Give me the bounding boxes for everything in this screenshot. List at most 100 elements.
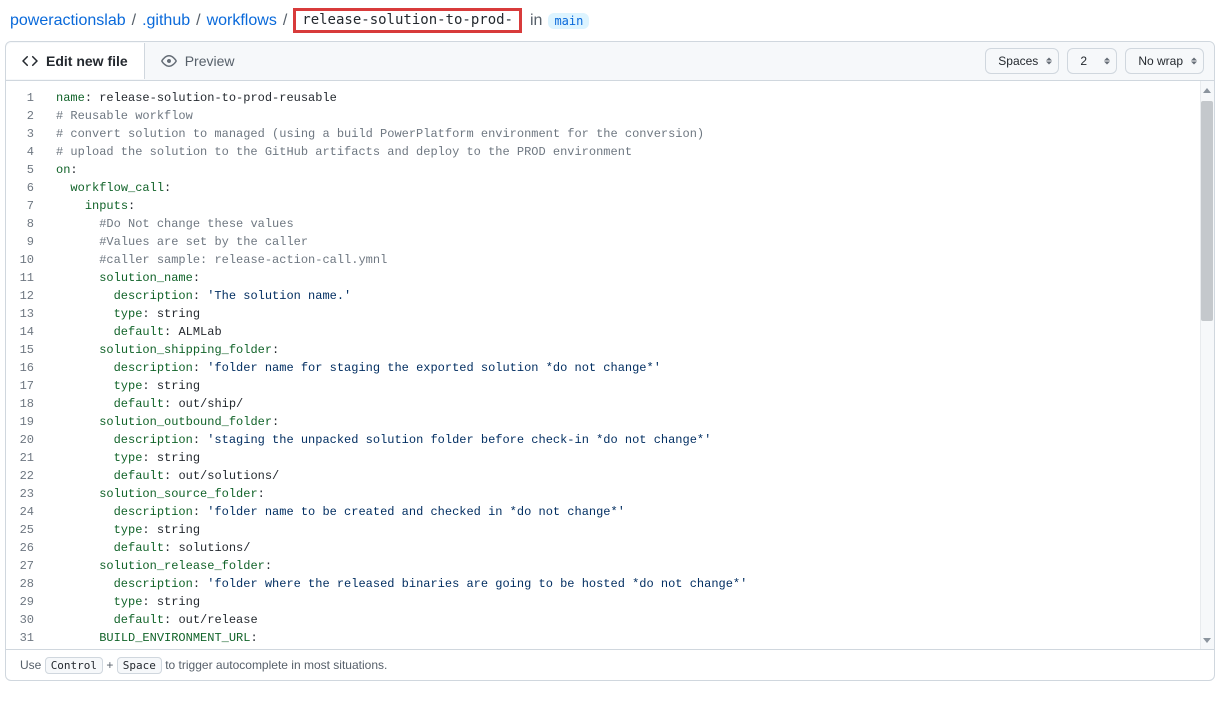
tab-edit-file[interactable]: Edit new file bbox=[6, 43, 145, 79]
line-content: description: 'The solution name.' bbox=[50, 287, 1214, 305]
line-content: inputs: bbox=[50, 197, 1214, 215]
code-line: 11 solution_name: bbox=[6, 269, 1214, 287]
updown-caret-icon bbox=[1104, 58, 1110, 65]
line-number: 15 bbox=[6, 341, 50, 359]
scrollbar-thumb[interactable] bbox=[1201, 101, 1213, 321]
filename-input[interactable]: release-solution-to-prod- bbox=[293, 8, 522, 33]
code-line: 18 default: out/ship/ bbox=[6, 395, 1214, 413]
line-content: name: release-solution-to-prod-reusable bbox=[50, 89, 1214, 107]
breadcrumb-repo[interactable]: poweractionslab bbox=[10, 12, 126, 30]
line-number: 2 bbox=[6, 107, 50, 125]
line-content: #Values are set by the caller bbox=[50, 233, 1214, 251]
code-line: 32 description: 'Build environment url.' bbox=[6, 647, 1214, 649]
scrollbar-track[interactable] bbox=[1200, 81, 1214, 649]
code-line: 29 type: string bbox=[6, 593, 1214, 611]
code-line: 19 solution_outbound_folder: bbox=[6, 413, 1214, 431]
code-line: 9 #Values are set by the caller bbox=[6, 233, 1214, 251]
code-line: 7 inputs: bbox=[6, 197, 1214, 215]
line-content: default: solutions/ bbox=[50, 539, 1214, 557]
tab-preview[interactable]: Preview bbox=[145, 43, 251, 79]
line-number: 6 bbox=[6, 179, 50, 197]
wrap-select[interactable]: No wrap bbox=[1125, 48, 1204, 74]
line-number: 11 bbox=[6, 269, 50, 287]
code-line: 22 default: out/solutions/ bbox=[6, 467, 1214, 485]
code-line: 24 description: 'folder name to be creat… bbox=[6, 503, 1214, 521]
line-content: description: 'folder name to be created … bbox=[50, 503, 1214, 521]
line-number: 22 bbox=[6, 467, 50, 485]
tab-preview-label: Preview bbox=[185, 53, 235, 69]
code-line: 2# Reusable workflow bbox=[6, 107, 1214, 125]
breadcrumb-path2[interactable]: workflows bbox=[207, 12, 277, 30]
code-line: 20 description: 'staging the unpacked so… bbox=[6, 431, 1214, 449]
indent-mode-select[interactable]: Spaces bbox=[985, 48, 1059, 74]
line-number: 1 bbox=[6, 89, 50, 107]
code-line: 10 #caller sample: release-action-call.y… bbox=[6, 251, 1214, 269]
code-line: 8 #Do Not change these values bbox=[6, 215, 1214, 233]
breadcrumb-sep: / bbox=[283, 12, 287, 30]
kbd-space: Space bbox=[117, 657, 162, 674]
footer-suffix: to trigger autocomplete in most situatio… bbox=[165, 658, 387, 672]
line-content: solution_source_folder: bbox=[50, 485, 1214, 503]
scroll-down-icon[interactable] bbox=[1200, 633, 1214, 647]
line-number: 20 bbox=[6, 431, 50, 449]
line-content: solution_release_folder: bbox=[50, 557, 1214, 575]
line-number: 21 bbox=[6, 449, 50, 467]
scroll-up-icon[interactable] bbox=[1200, 83, 1214, 97]
line-number: 17 bbox=[6, 377, 50, 395]
line-number: 24 bbox=[6, 503, 50, 521]
code-line: 13 type: string bbox=[6, 305, 1214, 323]
line-content: #Do Not change these values bbox=[50, 215, 1214, 233]
line-content: default: out/release bbox=[50, 611, 1214, 629]
code-editor[interactable]: 1name: release-solution-to-prod-reusable… bbox=[6, 81, 1214, 649]
line-number: 9 bbox=[6, 233, 50, 251]
code-line: 14 default: ALMLab bbox=[6, 323, 1214, 341]
line-content: description: 'folder name for staging th… bbox=[50, 359, 1214, 377]
line-content: description: 'Build environment url.' bbox=[50, 647, 1214, 649]
tab-bar: Edit new file Preview Spaces 2 No wrap bbox=[6, 42, 1214, 81]
line-number: 31 bbox=[6, 629, 50, 647]
branch-badge: main bbox=[548, 13, 589, 29]
line-content: default: out/ship/ bbox=[50, 395, 1214, 413]
indent-size-select[interactable]: 2 bbox=[1067, 48, 1117, 74]
code-line: 1name: release-solution-to-prod-reusable bbox=[6, 89, 1214, 107]
line-number: 26 bbox=[6, 539, 50, 557]
code-line: 23 solution_source_folder: bbox=[6, 485, 1214, 503]
line-content: type: string bbox=[50, 593, 1214, 611]
code-icon bbox=[22, 53, 38, 69]
breadcrumb-sep: / bbox=[196, 12, 200, 30]
code-line: 28 description: 'folder where the releas… bbox=[6, 575, 1214, 593]
line-number: 7 bbox=[6, 197, 50, 215]
line-number: 14 bbox=[6, 323, 50, 341]
line-number: 30 bbox=[6, 611, 50, 629]
line-content: description: 'folder where the released … bbox=[50, 575, 1214, 593]
code-line: 15 solution_shipping_folder: bbox=[6, 341, 1214, 359]
code-line: 3# convert solution to managed (using a … bbox=[6, 125, 1214, 143]
updown-caret-icon bbox=[1046, 58, 1052, 65]
line-number: 18 bbox=[6, 395, 50, 413]
code-line: 17 type: string bbox=[6, 377, 1214, 395]
line-content: default: ALMLab bbox=[50, 323, 1214, 341]
breadcrumb-sep: / bbox=[132, 12, 136, 30]
indent-mode-value: Spaces bbox=[998, 54, 1038, 68]
editor-options: Spaces 2 No wrap bbox=[975, 42, 1214, 80]
line-content: type: string bbox=[50, 377, 1214, 395]
editor-container: Edit new file Preview Spaces 2 No wrap 1… bbox=[5, 41, 1215, 681]
indent-size-value: 2 bbox=[1080, 54, 1087, 68]
code-line: 5on: bbox=[6, 161, 1214, 179]
line-number: 28 bbox=[6, 575, 50, 593]
breadcrumb-path1[interactable]: .github bbox=[142, 12, 190, 30]
line-content: workflow_call: bbox=[50, 179, 1214, 197]
line-number: 27 bbox=[6, 557, 50, 575]
breadcrumb: poweractionslab / .github / workflows / … bbox=[0, 0, 1220, 41]
line-number: 5 bbox=[6, 161, 50, 179]
line-number: 29 bbox=[6, 593, 50, 611]
footer-plus: + bbox=[106, 658, 113, 672]
line-content: solution_name: bbox=[50, 269, 1214, 287]
code-line: 31 BUILD_ENVIRONMENT_URL: bbox=[6, 629, 1214, 647]
line-content: BUILD_ENVIRONMENT_URL: bbox=[50, 629, 1214, 647]
updown-caret-icon bbox=[1191, 58, 1197, 65]
line-content: # upload the solution to the GitHub arti… bbox=[50, 143, 1214, 161]
line-content: # Reusable workflow bbox=[50, 107, 1214, 125]
line-content: #caller sample: release-action-call.ymnl bbox=[50, 251, 1214, 269]
footer-hint: Use Control + Space to trigger autocompl… bbox=[6, 649, 1214, 680]
